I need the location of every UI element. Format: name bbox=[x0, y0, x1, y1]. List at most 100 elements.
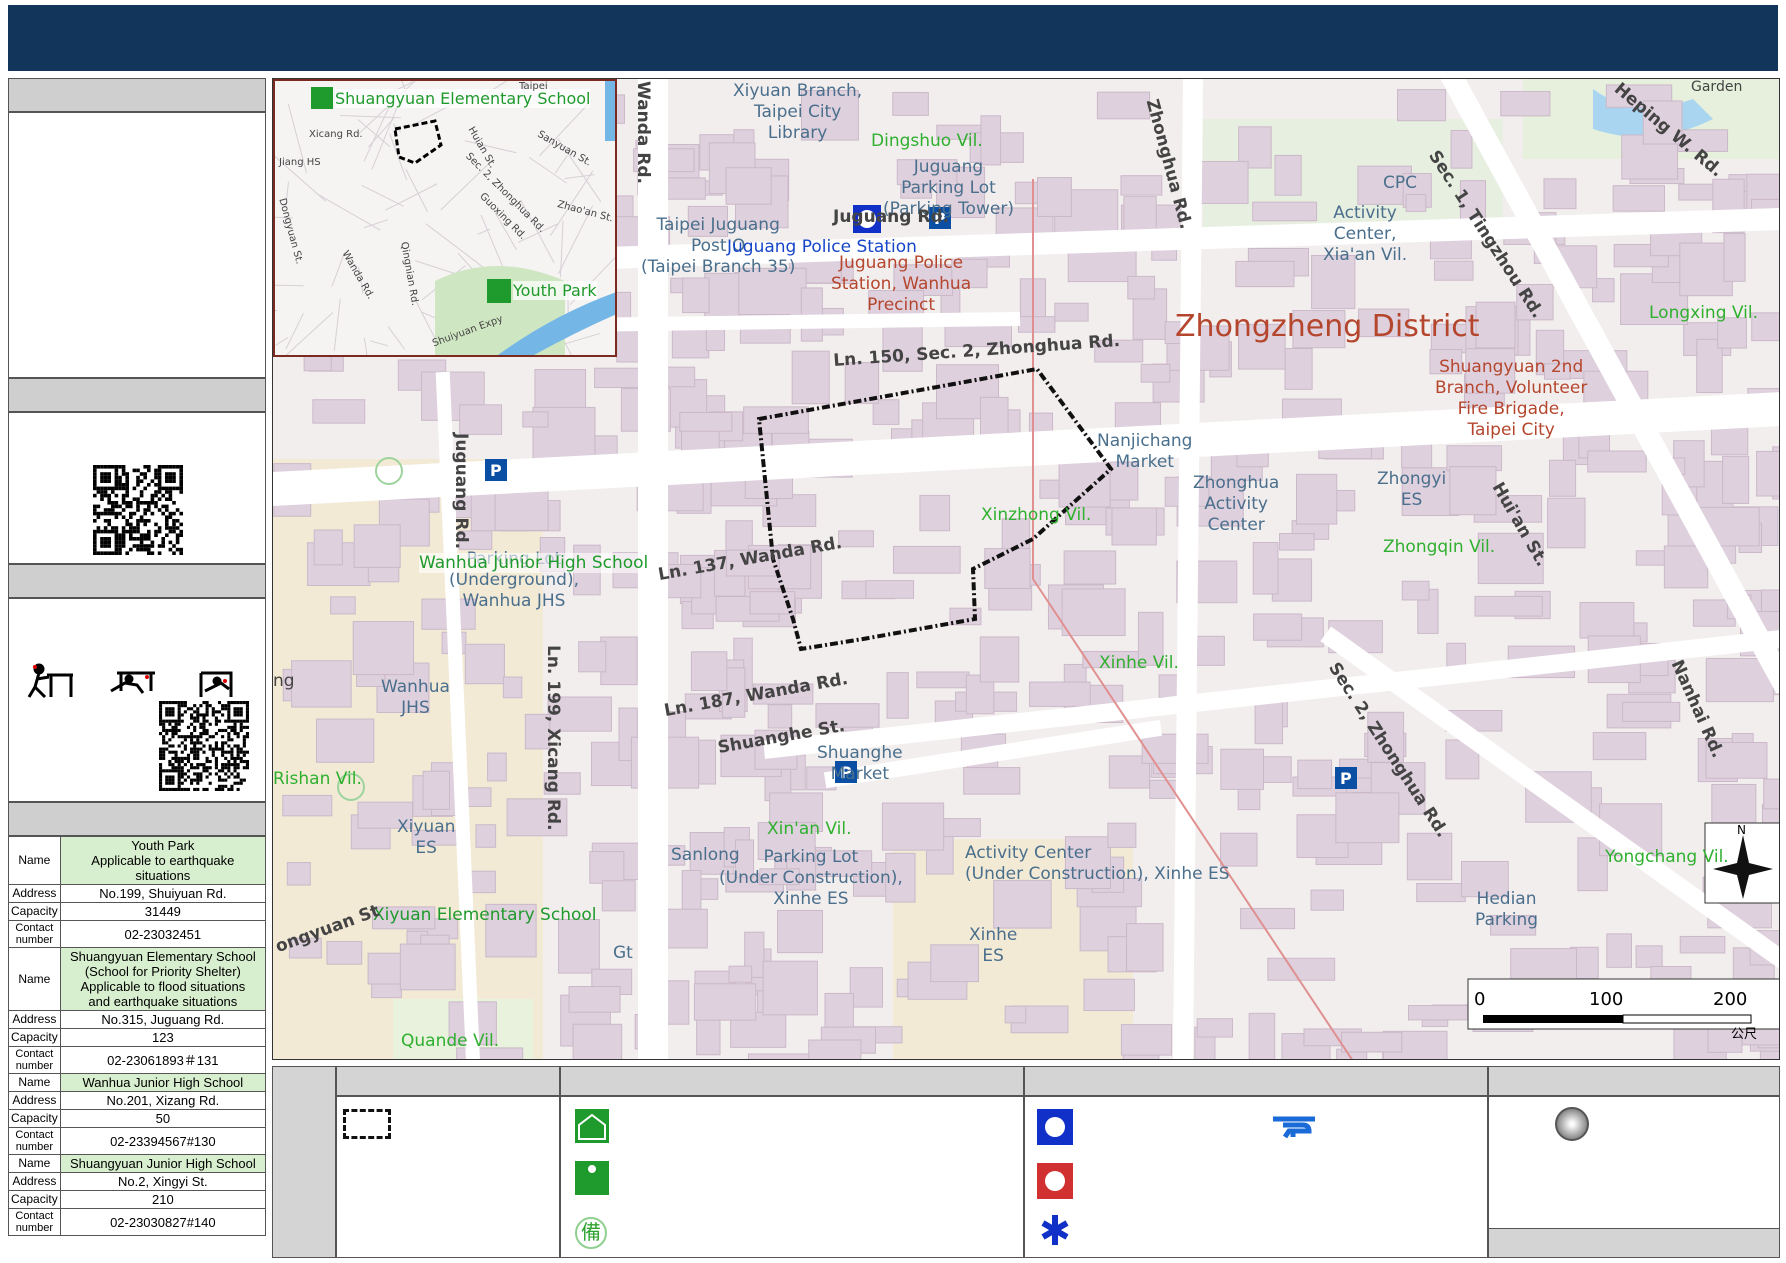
building-block bbox=[725, 167, 772, 205]
activity-construction-label: Activity Center (Under Construction), Xi… bbox=[965, 843, 1230, 884]
building-block bbox=[1240, 907, 1296, 930]
building-block bbox=[984, 548, 1031, 590]
shelter-capacity: 123 bbox=[59, 1028, 267, 1047]
key-name: Name bbox=[8, 1073, 61, 1092]
building-block bbox=[1679, 935, 1726, 954]
scale-tick: 100 bbox=[1589, 989, 1624, 1010]
key-address: Address bbox=[8, 884, 61, 903]
building-block bbox=[534, 369, 587, 409]
building-block bbox=[422, 770, 450, 810]
building-block bbox=[1220, 748, 1265, 790]
building-block bbox=[1083, 978, 1135, 1012]
building-block bbox=[282, 794, 333, 817]
shuanghe-market-label: Shuanghe Market bbox=[817, 743, 903, 784]
building-block bbox=[838, 530, 874, 548]
building-block bbox=[312, 399, 366, 424]
building-block bbox=[601, 880, 636, 912]
village-label: Rishan Vil. bbox=[273, 769, 362, 789]
building-block bbox=[993, 879, 1052, 929]
helicopter-icon bbox=[1273, 1116, 1315, 1139]
table-row: Capacity 50 bbox=[8, 1109, 267, 1128]
building-block bbox=[1029, 681, 1091, 707]
garden-label: Garden bbox=[1691, 79, 1743, 95]
action-panel bbox=[8, 598, 266, 802]
key-address: Address bbox=[8, 1172, 61, 1191]
shelter-capacity: 50 bbox=[59, 1109, 267, 1128]
gray-circle-icon bbox=[1555, 1107, 1589, 1141]
qr-code-icon-2[interactable] bbox=[159, 701, 249, 791]
building-block bbox=[459, 404, 503, 435]
building-block bbox=[1622, 701, 1681, 722]
building-block bbox=[578, 641, 607, 673]
road-juguang: Juguang Rd. bbox=[833, 207, 950, 227]
building-block bbox=[1036, 177, 1072, 217]
building-block bbox=[1500, 91, 1551, 117]
village-label: Quande Vil. bbox=[401, 1031, 500, 1051]
main-map[interactable]: PPPP Xiyuan Branch, Taipei City Library … bbox=[272, 78, 1780, 1060]
wanhua-jhs-label: Wanhua JHS bbox=[381, 677, 450, 718]
table-row: Address No.201, Xizang Rd. bbox=[8, 1091, 267, 1110]
inset-shuangyuan-label: Shuangyuan Elementary School bbox=[335, 89, 591, 108]
building-block bbox=[326, 941, 363, 965]
building-block bbox=[979, 636, 1020, 683]
cpc-label: CPC bbox=[1383, 173, 1417, 193]
shelter-contact: 02-23032451 bbox=[59, 920, 267, 948]
building-block bbox=[747, 1053, 810, 1059]
building-block bbox=[313, 529, 343, 566]
legend-cell bbox=[1024, 1096, 1488, 1258]
village-label: Longxing Vil. bbox=[1649, 303, 1758, 323]
building-block bbox=[1450, 129, 1473, 169]
hedian-parking-label: Hedian Parking bbox=[1475, 889, 1539, 930]
table-row: Contact number 02-23061893＃131 bbox=[8, 1046, 267, 1074]
building-block bbox=[919, 494, 951, 532]
inset-map[interactable]: Shuangyuan Elementary School Youth Park … bbox=[273, 79, 617, 357]
road-wanda: Wanda Rd. bbox=[633, 81, 653, 184]
shelter-table: Name Youth Park Applicable to earthquake … bbox=[8, 836, 267, 1236]
building-block bbox=[1756, 450, 1779, 497]
building-block bbox=[1126, 923, 1164, 972]
emergency-legend-icons bbox=[1037, 1109, 1073, 1245]
building-block bbox=[791, 350, 830, 405]
shelter-address: No.315, Juguang Rd. bbox=[59, 1010, 267, 1029]
qr-code-icon[interactable] bbox=[93, 465, 183, 555]
boundary-legend-icon bbox=[343, 1109, 391, 1139]
building-block bbox=[1335, 792, 1400, 844]
village-label: Zhongqin Vil. bbox=[1383, 537, 1496, 557]
gt-label: Gt bbox=[613, 943, 633, 963]
building-block bbox=[886, 672, 909, 719]
building-block bbox=[682, 277, 710, 314]
key-capacity: Capacity bbox=[8, 1190, 61, 1209]
building-block bbox=[916, 671, 970, 689]
building-block bbox=[1592, 731, 1647, 761]
building-block bbox=[315, 718, 375, 763]
building-block bbox=[1405, 194, 1427, 212]
building-block bbox=[291, 660, 352, 708]
building-block bbox=[1252, 542, 1279, 595]
building-block bbox=[1341, 1031, 1403, 1053]
shelter-address: No.201, Xizang Rd. bbox=[59, 1091, 267, 1110]
building-block bbox=[1127, 275, 1156, 300]
building-block bbox=[988, 585, 1033, 611]
table-row: Name Wanhua Junior High School bbox=[8, 1073, 267, 1092]
key-contact: Contact number bbox=[8, 1046, 61, 1074]
shelter-capacity: 210 bbox=[59, 1190, 267, 1209]
building-block bbox=[1407, 1005, 1477, 1021]
qr-panel bbox=[8, 412, 266, 564]
zhongyi-label: Zhongyi ES bbox=[1377, 469, 1447, 510]
qr-panel-header bbox=[8, 378, 266, 412]
building-block bbox=[1254, 701, 1283, 745]
building-block bbox=[762, 960, 818, 1016]
key-capacity: Capacity bbox=[8, 902, 61, 921]
building-block bbox=[399, 943, 456, 991]
table-row: Address No.315, Juguang Rd. bbox=[8, 1010, 267, 1029]
legend-foot bbox=[1488, 1228, 1780, 1258]
police-precinct-label: Juguang Police Station, Wanhua Precinct bbox=[831, 253, 972, 315]
building-block bbox=[1120, 175, 1163, 196]
building-block bbox=[1054, 302, 1089, 322]
library-label: Xiyuan Branch, Taipei City Library bbox=[733, 81, 863, 143]
building-block bbox=[1612, 185, 1666, 212]
location-panel bbox=[8, 112, 266, 378]
building-block bbox=[824, 992, 854, 1030]
village-label: Xinzhong Vil. bbox=[981, 505, 1092, 525]
action-panel-header bbox=[8, 564, 266, 598]
